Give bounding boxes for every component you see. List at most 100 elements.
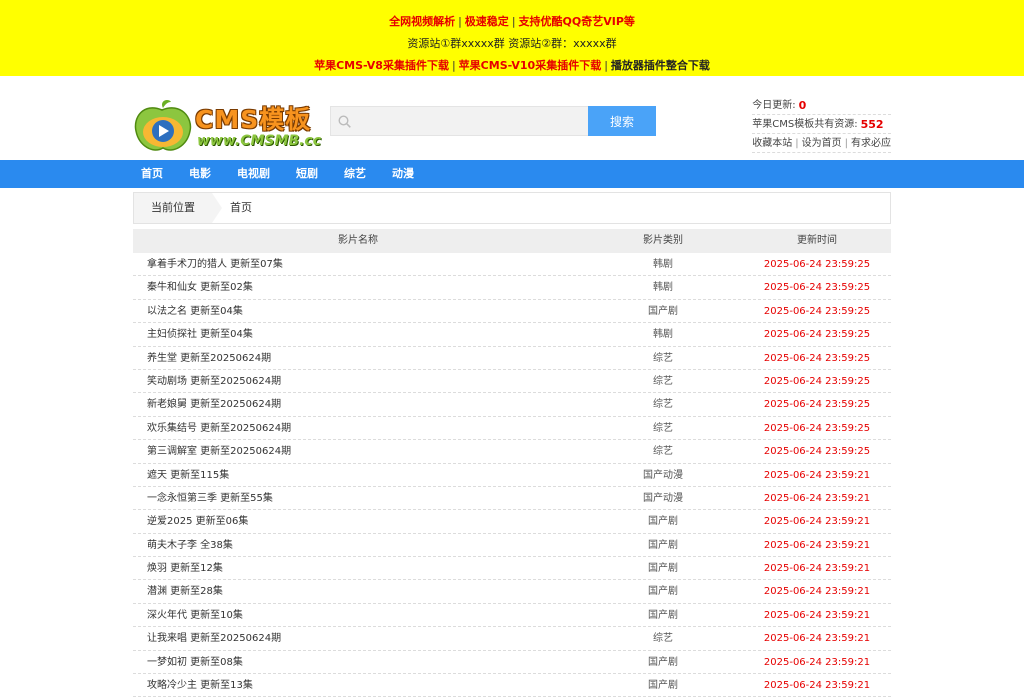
video-category: 综艺	[653, 375, 673, 387]
banner-line-2: 资源站①群xxxxx群 资源站②群：xxxxx群	[0, 36, 1024, 58]
video-name-link[interactable]: 一念永恒第三季 更新至55集	[133, 487, 583, 509]
video-name-link[interactable]: 主妇侦探社 更新至04集	[133, 323, 583, 345]
video-category: 国产剧	[648, 609, 678, 621]
table-row: 欢乐集结号 更新至20250624期 综艺 2025-06-24 23:59:25	[133, 417, 891, 441]
table-header: 影片名称 影片类别 更新时间	[133, 229, 891, 253]
total-resources: 苹果CMS模板共有资源: 552	[752, 115, 891, 134]
nav-item-movies[interactable]: 电影	[189, 160, 211, 188]
total-resources-count: 552	[860, 118, 884, 131]
video-name-link[interactable]: 第三调解室 更新至20250624期	[133, 440, 583, 462]
update-time: 2025-06-24 23:59:21	[763, 680, 871, 692]
header-update-time: 更新时间	[797, 235, 837, 246]
table-row: 一念永恒第三季 更新至55集 国产动漫 2025-06-24 23:59:21	[133, 487, 891, 511]
bookmark-link[interactable]: 收藏本站	[752, 134, 792, 152]
video-name-link[interactable]: 逆爱2025 更新至06集	[133, 510, 583, 532]
video-name-link[interactable]: 拿着手术刀的猎人 更新至07集	[133, 253, 583, 275]
video-name-link[interactable]: 新老娘舅 更新至20250624期	[133, 393, 583, 415]
update-time: 2025-06-24 23:59:21	[763, 656, 871, 668]
video-name-link[interactable]: 潜渊 更新至28集	[133, 580, 583, 602]
video-name-link[interactable]: 养生堂 更新至20250624期	[133, 347, 583, 369]
table-row: 让我来唱 更新至20250624期 综艺 2025-06-24 23:59:21	[133, 627, 891, 651]
header-video-name: 影片名称	[338, 235, 378, 246]
table-row: 攻略冷少主 更新至13集 国产剧 2025-06-24 23:59:21	[133, 674, 891, 698]
banner-link-vip[interactable]: 支持优酷QQ奇艺VIP等	[519, 15, 635, 28]
breadcrumb: 当前位置 首页	[133, 192, 891, 224]
search-input[interactable]	[331, 107, 588, 135]
table-body: 拿着手术刀的猎人 更新至07集 韩剧 2025-06-24 23:59:25 秦牛和仙…	[133, 253, 891, 698]
video-category: 国产剧	[648, 656, 678, 668]
update-time: 2025-06-24 23:59:25	[763, 446, 871, 458]
video-category: 国产剧	[648, 516, 678, 528]
update-time: 2025-06-24 23:59:25	[763, 352, 871, 364]
table-row: 焕羽 更新至12集 国产剧 2025-06-24 23:59:21	[133, 557, 891, 581]
site-header: CMS模板 www.CMSMB.cc 搜索 今日更新: 0 苹果CMS模板共有资源…	[133, 76, 891, 160]
table-row: 新老娘舅 更新至20250624期 综艺 2025-06-24 23:59:25	[133, 393, 891, 417]
nav-item-home[interactable]: 首页	[141, 160, 163, 188]
banner-line-1: 全网视频解析 | 极速稳定 | 支持优酷QQ奇艺VIP等	[389, 15, 635, 28]
table-row: 笑动剧场 更新至20250624期 综艺 2025-06-24 23:59:25	[133, 370, 891, 394]
today-updates: 今日更新: 0	[752, 96, 891, 115]
video-name-link[interactable]: 萌夫木子李 全38集	[133, 534, 583, 556]
video-category: 国产剧	[648, 305, 678, 317]
banner-link-v8-plugin[interactable]: 苹果CMS-V8采集插件下载	[314, 59, 449, 72]
video-category: 综艺	[653, 422, 673, 434]
video-name-link[interactable]: 欢乐集结号 更新至20250624期	[133, 417, 583, 439]
logo-url-text: www.CMSMB.cc	[197, 133, 322, 149]
video-category: 国产剧	[648, 586, 678, 598]
video-name-link[interactable]: 深火年代 更新至10集	[133, 604, 583, 626]
logo-brand-text: CMS模板	[195, 105, 312, 134]
nav-item-anime[interactable]: 动漫	[392, 160, 414, 188]
update-time: 2025-06-24 23:59:25	[763, 399, 871, 411]
breadcrumb-arrow	[212, 193, 222, 223]
banner-link-parse[interactable]: 全网视频解析	[389, 15, 455, 28]
video-category: 国产动漫	[643, 469, 683, 481]
video-name-link[interactable]: 一梦如初 更新至08集	[133, 651, 583, 673]
request-link[interactable]: 有求必应	[851, 134, 891, 152]
search-box	[330, 106, 588, 136]
search-button[interactable]: 搜索	[588, 106, 656, 136]
update-time: 2025-06-24 23:59:21	[763, 586, 871, 598]
today-updates-count: 0	[798, 99, 807, 112]
table-row: 以法之名 更新至04集 国产剧 2025-06-24 23:59:25	[133, 300, 891, 324]
video-name-link[interactable]: 遮天 更新至115集	[133, 464, 583, 486]
video-name-link[interactable]: 焕羽 更新至12集	[133, 557, 583, 579]
video-category: 韩剧	[653, 282, 673, 294]
video-category: 国产剧	[648, 680, 678, 692]
header-links: 收藏本站 | 设为首页 | 有求必应	[752, 134, 891, 153]
site-stats: 今日更新: 0 苹果CMS模板共有资源: 552 收藏本站 | 设为首页 | 有求必应	[752, 96, 891, 153]
update-time: 2025-06-24 23:59:21	[763, 563, 871, 575]
video-category: 综艺	[653, 352, 673, 364]
site-logo[interactable]: CMS模板 www.CMSMB.cc	[133, 96, 321, 154]
table-row: 拿着手术刀的猎人 更新至07集 韩剧 2025-06-24 23:59:25	[133, 253, 891, 277]
video-list-table: 影片名称 影片类别 更新时间 拿着手术刀的猎人 更新至07集 韩剧 2025-06-…	[133, 229, 891, 698]
video-name-link[interactable]: 笑动剧场 更新至20250624期	[133, 370, 583, 392]
nav-item-tv-series[interactable]: 电视剧	[237, 160, 270, 188]
update-time: 2025-06-24 23:59:21	[763, 633, 871, 645]
nav-item-short-drama[interactable]: 短剧	[296, 160, 318, 188]
table-row: 萌夫木子李 全38集 国产剧 2025-06-24 23:59:21	[133, 534, 891, 558]
video-category: 国产剧	[648, 563, 678, 575]
video-name-link[interactable]: 让我来唱 更新至20250624期	[133, 627, 583, 649]
breadcrumb-label: 当前位置	[134, 193, 212, 223]
top-banner: 全网视频解析 | 极速稳定 | 支持优酷QQ奇艺VIP等 资源站①群xxxxx群 资源站…	[0, 0, 1024, 76]
set-homepage-link[interactable]: 设为首页	[802, 134, 842, 152]
video-name-link[interactable]: 秦牛和仙女 更新至02集	[133, 276, 583, 298]
update-time: 2025-06-24 23:59:25	[763, 329, 871, 341]
banner-link-player-plugin[interactable]: 播放器插件整合下载	[611, 59, 710, 72]
search-bar: 搜索	[330, 106, 656, 136]
video-category: 综艺	[653, 633, 673, 645]
video-name-link[interactable]: 攻略冷少主 更新至13集	[133, 674, 583, 696]
table-row: 潜渊 更新至28集 国产剧 2025-06-24 23:59:21	[133, 580, 891, 604]
breadcrumb-current[interactable]: 首页	[230, 193, 252, 223]
table-row: 遮天 更新至115集 国产动漫 2025-06-24 23:59:21	[133, 464, 891, 487]
update-time: 2025-06-24 23:59:25	[763, 259, 871, 270]
table-row: 秦牛和仙女 更新至02集 韩剧 2025-06-24 23:59:25	[133, 276, 891, 300]
banner-link-v10-plugin[interactable]: 苹果CMS-V10采集插件下载	[459, 59, 602, 72]
table-row: 主妇侦探社 更新至04集 韩剧 2025-06-24 23:59:25	[133, 323, 891, 347]
video-category: 综艺	[653, 399, 673, 411]
nav-item-variety[interactable]: 综艺	[344, 160, 366, 188]
video-name-link[interactable]: 以法之名 更新至04集	[133, 300, 583, 322]
table-row: 深火年代 更新至10集 国产剧 2025-06-24 23:59:21	[133, 604, 891, 628]
update-time: 2025-06-24 23:59:25	[763, 282, 871, 294]
banner-link-stable[interactable]: 极速稳定	[465, 15, 509, 28]
